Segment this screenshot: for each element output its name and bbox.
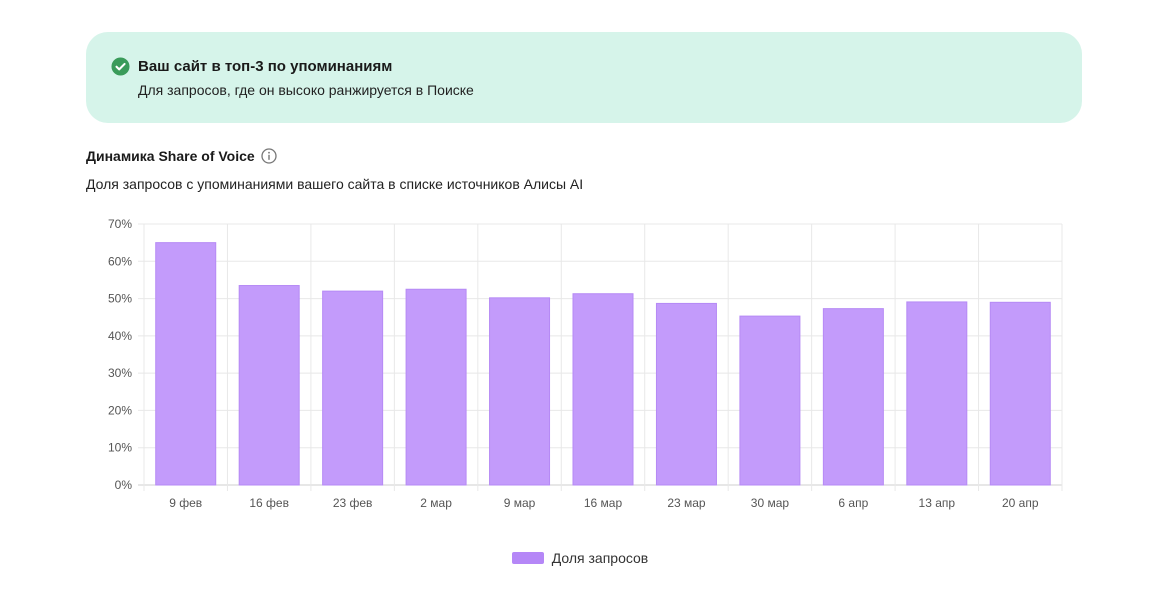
share-of-voice-chart: 0% 10% 20% 30% 40% 50% 60% 70% 9 фев 16 фев 23 фев… [108, 217, 1063, 510]
x-tick-label: 23 мар [667, 496, 706, 510]
y-tick-label: 30% [108, 366, 132, 380]
top3-banner: Ваш сайт в топ-3 по упоминаниям Для запр… [86, 32, 1082, 123]
y-tick-label: 0% [115, 478, 133, 492]
x-tick-label: 9 мар [504, 496, 536, 510]
x-tick-label: 23 фев [333, 496, 373, 510]
x-tick-label: 9 фев [169, 496, 202, 510]
y-tick-label: 60% [108, 254, 132, 268]
y-tick-label: 20% [108, 403, 132, 417]
bar [989, 301, 1051, 486]
banner-title: Ваш сайт в топ-3 по упоминаниям [138, 58, 393, 75]
bar [489, 297, 551, 486]
bar [322, 290, 384, 486]
x-tick-label: 6 апр [838, 496, 868, 510]
check-circle-icon [111, 57, 130, 76]
banner-subtitle: Для запросов, где он высоко ранжируется … [138, 82, 474, 98]
chart-legend[interactable]: Доля запросов [0, 550, 1170, 566]
bar [822, 308, 884, 486]
legend-swatch [511, 552, 544, 564]
bar [405, 288, 467, 486]
y-tick-label: 70% [108, 217, 132, 231]
legend-label: Доля запросов [551, 550, 649, 566]
x-tick-label: 13 апр [919, 496, 956, 510]
x-tick-label: 2 мар [420, 496, 452, 510]
section-title-text: Динамика Share of Voice [86, 148, 255, 164]
bar [739, 315, 801, 486]
y-tick-label: 50% [108, 292, 132, 306]
bar [906, 301, 968, 486]
bar [238, 285, 300, 486]
x-tick-label: 16 мар [584, 496, 623, 510]
bar [155, 242, 217, 486]
bar [572, 293, 634, 486]
bar [655, 302, 717, 486]
x-tick-label: 30 мар [751, 496, 790, 510]
y-tick-label: 10% [108, 441, 132, 455]
x-tick-label: 16 фев [249, 496, 289, 510]
section-subtitle: Доля запросов с упоминаниями вашего сайт… [86, 176, 584, 192]
y-tick-label: 40% [108, 329, 132, 343]
x-tick-label: 20 апр [1002, 496, 1039, 510]
info-icon[interactable] [261, 148, 277, 164]
section-title: Динамика Share of Voice [86, 147, 277, 165]
